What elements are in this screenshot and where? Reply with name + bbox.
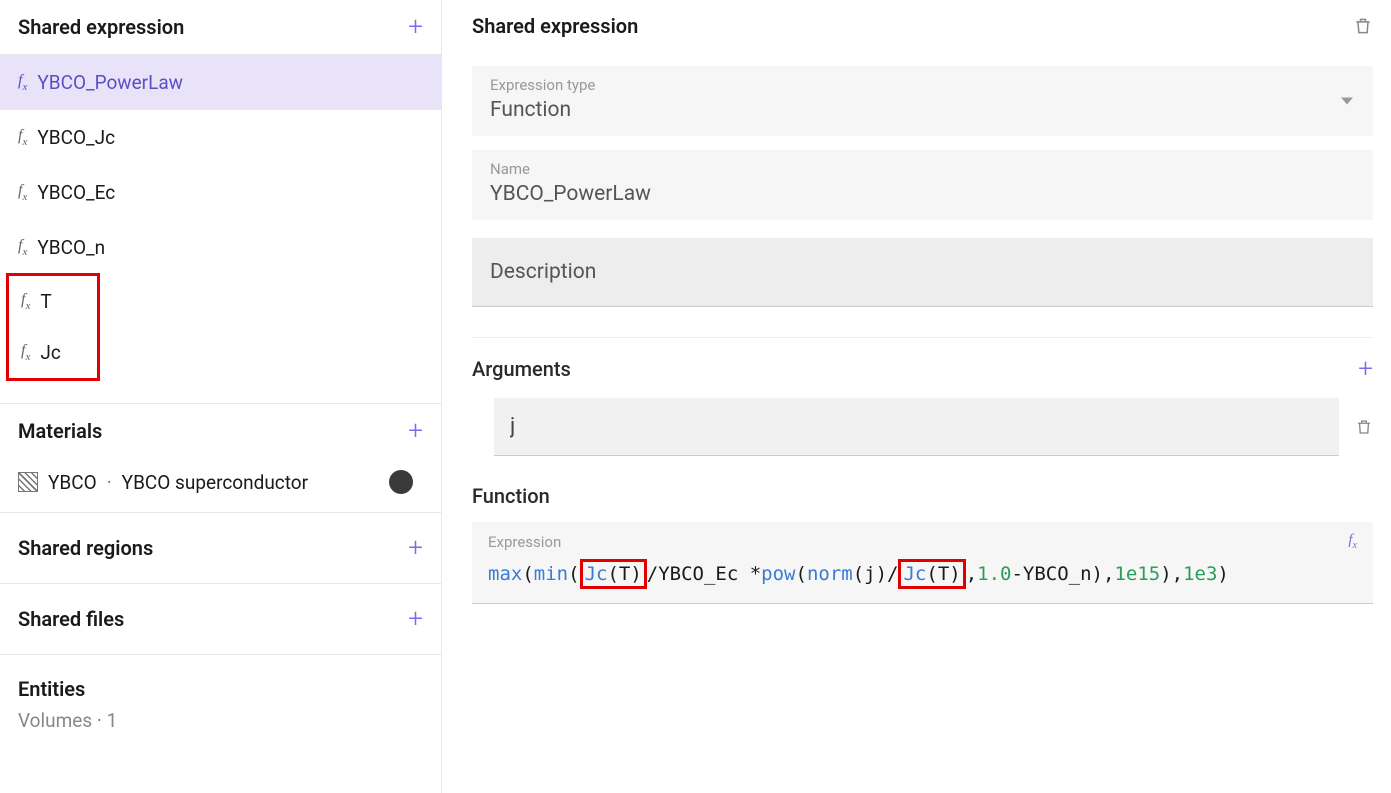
add-file-button[interactable]: +	[408, 606, 423, 632]
expression-item-t[interactable]: f T	[9, 276, 97, 327]
expression-item-label: YBCO_Jc	[37, 126, 115, 149]
expression-item-ybco-ec[interactable]: f YBCO_Ec	[0, 165, 441, 220]
sidebar: Shared expression + f YBCO_PowerLaw f YB…	[0, 0, 442, 793]
shared-files-header[interactable]: Shared files +	[0, 584, 441, 655]
volumes-label: Volumes	[18, 709, 92, 732]
main-header: Shared expression	[472, 0, 1373, 52]
expression-item-jc[interactable]: f Jc	[9, 327, 97, 378]
add-argument-button[interactable]: +	[1358, 356, 1373, 382]
expression-item-label: Jc	[40, 341, 60, 364]
fx-icon: f	[18, 237, 27, 257]
shared-files-title: Shared files	[18, 607, 124, 631]
material-color-dot[interactable]	[389, 470, 413, 494]
shared-expression-title: Shared expression	[18, 15, 184, 39]
entities-title: Entities	[18, 677, 85, 701]
shared-expression-header: Shared expression +	[0, 0, 441, 55]
add-material-button[interactable]: +	[408, 418, 423, 444]
fx-icon: f	[21, 291, 30, 311]
shared-regions-header[interactable]: Shared regions +	[0, 513, 441, 584]
expression-item-label: YBCO_PowerLaw	[37, 71, 183, 94]
materials-title: Materials	[18, 419, 102, 443]
shared-regions-title: Shared regions	[18, 536, 153, 560]
description-field[interactable]: Description	[472, 238, 1373, 307]
main-panel: Shared expression Expression type Functi…	[442, 0, 1391, 793]
expression-item-ybco-powerlaw[interactable]: f YBCO_PowerLaw	[0, 55, 441, 110]
expression-item-label: T	[40, 290, 51, 313]
name-field[interactable]: Name YBCO_PowerLaw	[472, 150, 1373, 220]
expression-list: f YBCO_PowerLaw f YBCO_Jc f YBCO_Ec f YB…	[0, 55, 441, 381]
name-label: Name	[490, 160, 1355, 178]
expression-item-ybco-jc[interactable]: f YBCO_Jc	[0, 110, 441, 165]
highlighted-expressions-box: f T f Jc	[6, 273, 100, 381]
argument-input[interactable]	[494, 398, 1339, 456]
expression-type-field[interactable]: Expression type Function	[472, 66, 1373, 136]
entities-header[interactable]: Entities	[0, 655, 441, 705]
separator-dot: ·	[107, 471, 112, 494]
fx-icon[interactable]: f	[1348, 532, 1357, 551]
material-desc: YBCO superconductor	[122, 471, 308, 494]
volumes-count: 1	[107, 709, 118, 732]
chevron-down-icon	[1341, 98, 1353, 105]
argument-row	[472, 398, 1373, 456]
fx-icon: f	[18, 72, 27, 92]
expression-code[interactable]: max(min(Jc(T)/YBCO_Ec * pow(norm(j)/Jc(T…	[488, 559, 1357, 589]
description-placeholder: Description	[490, 260, 596, 284]
volumes-row[interactable]: Volumes · 1	[0, 705, 441, 732]
material-code: YBCO	[48, 471, 97, 494]
fx-icon: f	[18, 127, 27, 147]
add-region-button[interactable]: +	[408, 535, 423, 561]
arguments-header: Arguments +	[472, 350, 1373, 392]
name-value: YBCO_PowerLaw	[490, 182, 1355, 206]
arguments-title: Arguments	[472, 357, 571, 381]
expression-type-label: Expression type	[490, 76, 1355, 94]
page-title: Shared expression	[472, 14, 638, 38]
fx-icon: f	[18, 182, 27, 202]
materials-header: Materials +	[0, 403, 441, 458]
expression-label: Expression	[488, 533, 561, 551]
expression-item-label: YBCO_n	[37, 236, 105, 259]
hatch-icon	[18, 472, 38, 492]
add-expression-button[interactable]: +	[408, 14, 423, 40]
expression-item-label: YBCO_Ec	[37, 181, 115, 204]
material-item-ybco[interactable]: YBCO · YBCO superconductor	[0, 458, 441, 513]
trash-icon[interactable]	[1355, 417, 1373, 437]
expression-type-value: Function	[490, 98, 1355, 122]
function-title: Function	[472, 484, 1373, 508]
expression-field[interactable]: Expression f max(min(Jc(T)/YBCO_Ec * pow…	[472, 522, 1373, 604]
divider	[472, 337, 1373, 338]
trash-icon[interactable]	[1353, 15, 1373, 37]
fx-icon: f	[21, 342, 30, 362]
function-section: Function Expression f max(min(Jc(T)/YBCO…	[472, 484, 1373, 604]
expression-item-ybco-n[interactable]: f YBCO_n	[0, 220, 441, 275]
